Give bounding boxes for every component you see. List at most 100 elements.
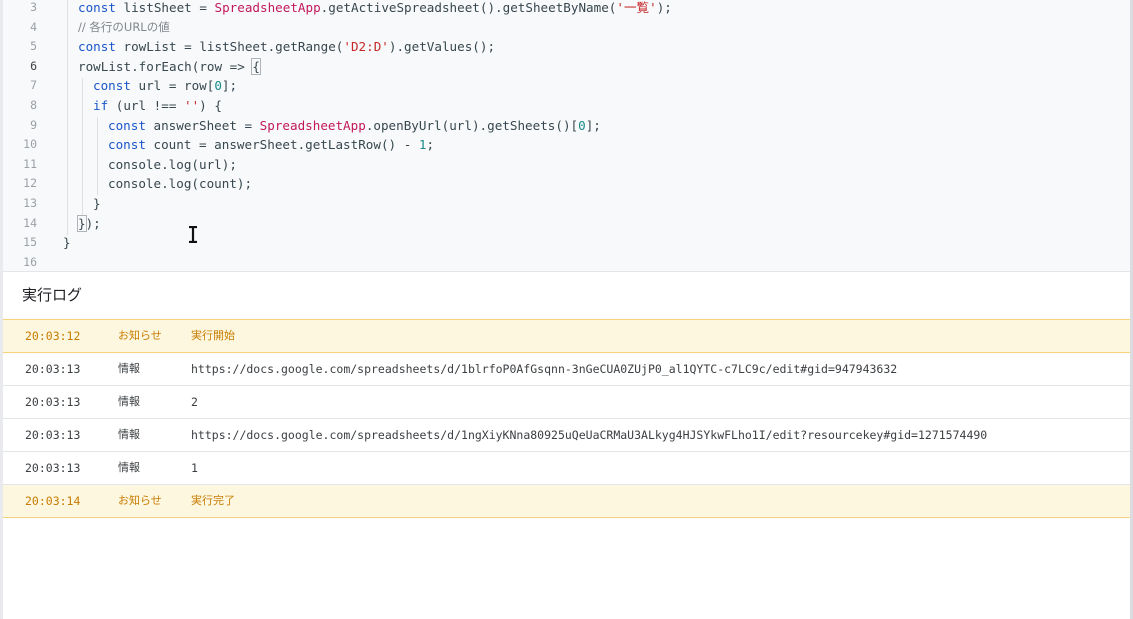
log-row: 20:03:14 お知らせ 実行完了 [3, 485, 1130, 518]
code-line: 11 console.log(url); [3, 155, 1130, 175]
log-time: 20:03:13 [25, 362, 81, 376]
line-number: 9 [30, 117, 37, 132]
code-token: url = row[ [130, 78, 215, 94]
log-row: 20:03:13 情報 https://docs.google.com/spre… [3, 353, 1130, 386]
line-number: 7 [30, 78, 37, 93]
log-time: 20:03:13 [25, 395, 81, 409]
line-number: 11 [23, 156, 37, 171]
log-message: 実行開始 [191, 329, 235, 342]
code-token: (url !== [108, 98, 184, 113]
code-text: const rowList = listSheet.getRange('D2:D… [78, 37, 495, 57]
code-token: ; [426, 137, 435, 153]
code-token: listSheet = [115, 0, 215, 15]
matched-bracket: } [77, 214, 87, 232]
class-token: SpreadsheetApp [214, 0, 321, 15]
code-token: ).getValues(); [388, 39, 496, 55]
code-line: 5 const rowList = listSheet.getRange('D2… [3, 37, 1130, 57]
keyword-token: const [108, 117, 146, 133]
code-line: 15 } [3, 233, 1130, 253]
text-cursor-icon [189, 226, 197, 243]
comment-token: // 各行のURLの値 [78, 19, 170, 34]
code-text: const url = row[0]; [93, 76, 237, 96]
log-time: 20:03:13 [25, 461, 81, 475]
line-number: 16 [23, 254, 37, 269]
code-editor[interactable]: 3 const listSheet = SpreadsheetApp.getAc… [3, 0, 1130, 272]
string-token: '' [184, 98, 200, 113]
line-number: 4 [30, 19, 37, 34]
log-message: 2 [191, 395, 198, 409]
line-number: 13 [23, 196, 37, 210]
code-line: 10 const count = answerSheet.getLastRow(… [3, 135, 1130, 155]
code-line: 3 const listSheet = SpreadsheetApp.getAc… [3, 0, 1130, 18]
log-time: 20:03:14 [25, 494, 81, 508]
line-number: 5 [30, 39, 37, 54]
line-number: 12 [23, 176, 37, 191]
code-line: 16 [3, 253, 1130, 271]
code-line: 7 const url = row[0]; [3, 76, 1130, 96]
code-token: ); [85, 215, 101, 231]
keyword-token: const [108, 137, 146, 153]
code-token: ); [656, 0, 672, 15]
log-time: 20:03:13 [25, 428, 81, 442]
number-token: 0 [578, 117, 586, 133]
log-message: https://docs.google.com/spreadsheets/d/1… [191, 362, 898, 376]
code-line: 9 const answerSheet = SpreadsheetApp.ope… [3, 116, 1130, 136]
code-text: rowList.forEach(row => { [78, 57, 261, 77]
code-line: 4 // 各行のURLの値 [3, 18, 1130, 38]
execution-log-table: 20:03:12 お知らせ 実行開始 20:03:13 情報 https://d… [3, 319, 1130, 518]
line-number: 3 [30, 0, 37, 14]
log-level: 情報 [118, 395, 140, 408]
code-line: 14 }); [3, 214, 1130, 234]
log-message: 実行完了 [191, 494, 235, 507]
matched-bracket: { [251, 57, 261, 75]
code-text: } [93, 196, 101, 211]
execution-log-title: 実行ログ [22, 286, 83, 304]
code-text: console.log(url); [108, 156, 237, 172]
log-row: 20:03:13 情報 https://docs.google.com/spre… [3, 419, 1130, 452]
keyword-token: if [93, 98, 109, 113]
log-row: 20:03:12 お知らせ 実行開始 [3, 319, 1130, 353]
log-level: 情報 [118, 362, 140, 375]
code-token: ) { [199, 98, 222, 113]
keyword-token: const [78, 0, 116, 15]
keyword-token: const [93, 78, 131, 94]
code-line: 8 if (url !== '') { [3, 96, 1130, 116]
code-text: console.log(count); [108, 176, 253, 192]
code-line-current: 6 rowList.forEach(row => { [3, 57, 1130, 77]
code-token: count = answerSheet.getLastRow() - [145, 137, 419, 153]
code-line: 13 } [3, 194, 1130, 214]
line-number: 14 [23, 215, 37, 230]
code-text: const count = answerSheet.getLastRow() -… [108, 135, 434, 155]
class-token: SpreadsheetApp [259, 117, 366, 133]
code-token: rowList.forEach(row => [78, 58, 253, 74]
log-row: 20:03:13 情報 1 [3, 452, 1130, 485]
code-token: ]; [221, 78, 238, 94]
log-level: 情報 [118, 461, 140, 474]
log-row: 20:03:13 情報 2 [3, 386, 1130, 419]
line-number: 8 [30, 98, 37, 112]
log-time: 20:03:12 [25, 329, 81, 343]
string-token: 'D2:D' [343, 39, 389, 55]
keyword-token: const [78, 39, 116, 55]
string-token: '一覧' [616, 0, 657, 15]
log-level: お知らせ [118, 494, 162, 507]
code-token: .getActiveSpreadsheet().getSheetByName( [320, 0, 617, 15]
code-token: .openByUrl(url).getSheets()[ [365, 117, 579, 133]
log-level: お知らせ [118, 329, 162, 342]
code-token: rowList = listSheet.getRange( [115, 39, 344, 55]
code-text: if (url !== '') { [93, 96, 222, 116]
code-token: answerSheet = [145, 117, 260, 133]
code-text: const listSheet = SpreadsheetApp.getActi… [78, 0, 672, 18]
number-token: 0 [214, 78, 222, 94]
line-number: 6 [30, 58, 37, 73]
code-text: } [63, 235, 71, 251]
code-text: const answerSheet = SpreadsheetApp.openB… [108, 116, 601, 136]
code-line: 12 console.log(count); [3, 174, 1130, 194]
log-level: 情報 [118, 428, 140, 441]
line-number: 10 [23, 137, 37, 152]
line-number: 15 [23, 235, 37, 250]
log-message: https://docs.google.com/spreadsheets/d/1… [191, 428, 988, 442]
log-message: 1 [191, 461, 198, 475]
code-text: }); [77, 214, 101, 234]
code-token: ]; [585, 117, 601, 133]
